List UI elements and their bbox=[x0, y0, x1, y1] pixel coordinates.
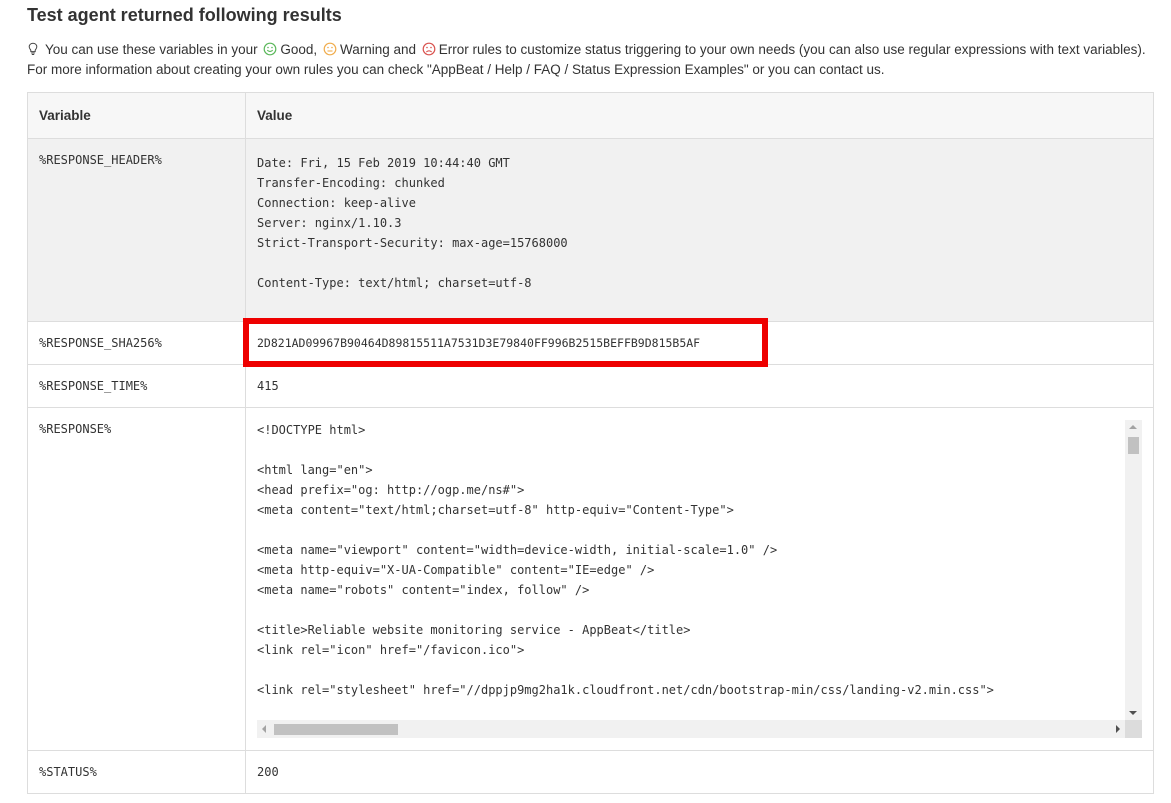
vertical-scroll-thumb[interactable] bbox=[1128, 437, 1139, 454]
warning-neutral-face-icon bbox=[323, 42, 337, 56]
variable-name: %RESPONSE_HEADER% bbox=[39, 153, 162, 167]
scroll-right-arrow-icon[interactable] bbox=[1116, 725, 1120, 733]
good-smiley-icon bbox=[264, 42, 277, 56]
sha256-value: 2D821AD09967B90464D89815511A7531D3E79840… bbox=[257, 336, 701, 350]
scrollbar-corner bbox=[1125, 720, 1142, 738]
variable-name: %RESPONSE_TIME% bbox=[39, 379, 148, 393]
response-header-value: Date: Fri, 15 Feb 2019 10:44:40 GMT Tran… bbox=[257, 156, 568, 290]
table-header-row: Variable Value bbox=[28, 93, 1153, 139]
page-title: Test agent returned following results bbox=[27, 5, 342, 25]
status-value: 200 bbox=[257, 765, 279, 779]
good-label: Good, bbox=[280, 42, 318, 57]
table-row: %RESPONSE_HEADER% Date: Fri, 15 Feb 2019… bbox=[28, 139, 1153, 322]
variable-name: %RESPONSE_SHA256% bbox=[39, 336, 162, 350]
info-text: You can use these variables in your Good… bbox=[27, 40, 1147, 79]
results-table: Variable Value %RESPONSE_HEADER% Date: F… bbox=[27, 92, 1154, 794]
column-divider bbox=[245, 93, 246, 793]
scroll-up-arrow-icon[interactable] bbox=[1129, 425, 1137, 429]
response-body-textarea[interactable]: <!DOCTYPE html> <html lang="en"> <head p… bbox=[257, 420, 1142, 738]
error-sad-face-icon bbox=[422, 42, 436, 56]
vertical-scrollbar[interactable] bbox=[1125, 420, 1142, 720]
variable-name: %RESPONSE% bbox=[39, 422, 112, 436]
scroll-down-arrow-icon[interactable] bbox=[1129, 711, 1137, 715]
response-body-text: <!DOCTYPE html> <html lang="en"> <head p… bbox=[257, 423, 994, 697]
variable-name: %STATUS% bbox=[39, 765, 97, 779]
response-time-value: 415 bbox=[257, 379, 279, 393]
column-header-value: Value bbox=[257, 108, 293, 123]
horizontal-scroll-thumb[interactable] bbox=[274, 724, 398, 735]
lightbulb-icon bbox=[28, 42, 38, 55]
scroll-left-arrow-icon[interactable] bbox=[262, 725, 266, 733]
info-part1: You can use these variables in your bbox=[45, 42, 258, 57]
warning-label: Warning and bbox=[339, 42, 416, 57]
horizontal-scrollbar[interactable] bbox=[257, 720, 1125, 738]
column-header-variable: Variable bbox=[39, 108, 91, 123]
table-row: %RESPONSE_TIME% 415 bbox=[28, 365, 1153, 408]
table-row: %STATUS% 200 bbox=[28, 751, 1153, 794]
